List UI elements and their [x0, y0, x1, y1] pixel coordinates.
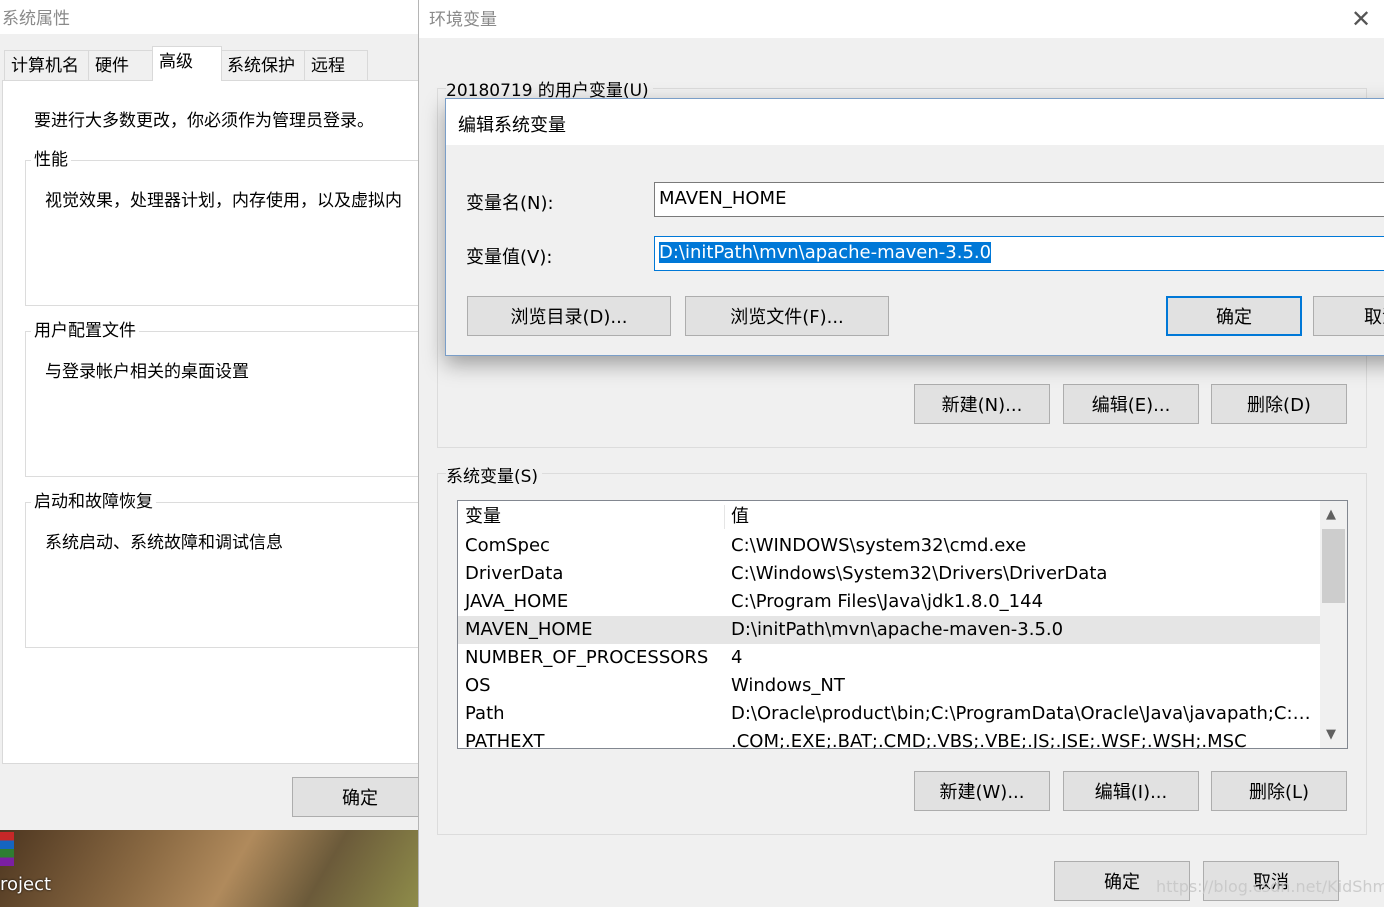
table-row[interactable]: NUMBER_OF_PROCESSORS 4	[458, 644, 1320, 672]
var-value: C:\Program Files\Java\jdk1.8.0_144	[731, 591, 1044, 612]
system-variables-list[interactable]: 变量 值 ComSpec C:\WINDOWS\system32\cmd.exe…	[457, 500, 1348, 749]
performance-group	[25, 160, 420, 306]
environment-variables-titlebar: 环境变量 ✕	[419, 0, 1384, 38]
system-properties-titlebar: 系统属性	[0, 0, 420, 34]
var-value: D:\initPath\mvn\apache-maven-3.5.0	[731, 619, 1064, 640]
var-name: NUMBER_OF_PROCESSORS	[465, 647, 709, 668]
var-name: ComSpec	[465, 535, 550, 556]
scroll-up-icon[interactable]: ▲	[1326, 507, 1336, 522]
column-header-value[interactable]: 值	[731, 503, 1316, 531]
desktop-icon-label[interactable]: roject	[0, 874, 51, 895]
system-var-delete-button[interactable]: 删除(L)	[1211, 771, 1347, 811]
table-row[interactable]: ComSpec C:\WINDOWS\system32\cmd.exe	[458, 532, 1320, 560]
var-value: C:\WINDOWS\system32\cmd.exe	[731, 535, 1027, 556]
column-header-name[interactable]: 变量	[465, 503, 501, 531]
tab-system-protection[interactable]: 系统保护	[220, 50, 306, 80]
var-name: MAVEN_HOME	[465, 619, 593, 640]
startup-recovery-description: 系统启动、系统故障和调试信息	[45, 533, 283, 553]
variable-value-input[interactable]: D:\initPath\mvn\apache-maven-3.5.0	[654, 236, 1384, 271]
system-variables-label: 系统变量(S)	[446, 462, 543, 487]
variable-value-label: 变量值(V):	[466, 247, 553, 268]
performance-description: 视觉效果，处理器计划，内存使用，以及虚拟内	[45, 191, 402, 211]
table-row-selected[interactable]: MAVEN_HOME D:\initPath\mvn\apache-maven-…	[458, 616, 1320, 644]
var-name: JAVA_HOME	[465, 591, 569, 612]
var-name: Path	[465, 703, 505, 724]
dialog-title: 编辑系统变量	[458, 115, 566, 136]
desktop-background	[0, 830, 420, 907]
tab-remote[interactable]: 远程	[304, 50, 368, 80]
system-var-new-button[interactable]: 新建(W)...	[914, 771, 1050, 811]
window-title: 环境变量	[429, 10, 497, 30]
variable-value-text: D:\initPath\mvn\apache-maven-3.5.0	[659, 242, 992, 263]
var-name: OS	[465, 675, 491, 696]
user-profiles-description: 与登录帐户相关的桌面设置	[45, 362, 249, 382]
admin-note: 要进行大多数更改，你必须作为管理员登录。	[34, 111, 374, 131]
var-value: D:\Oracle\product\bin;C:\ProgramData\Ora…	[731, 703, 1316, 724]
user-profiles-group-title: 用户配置文件	[31, 321, 139, 341]
system-var-edit-button[interactable]: 编辑(I)...	[1063, 771, 1199, 811]
browse-file-button[interactable]: 浏览文件(F)...	[685, 296, 889, 336]
system-properties-window: 系统属性 计算机名 硬件 高级 系统保护 远程 要进行大多数更改，你必须作为管理…	[0, 0, 420, 907]
table-row[interactable]: JAVA_HOME C:\Program Files\Java\jdk1.8.0…	[458, 588, 1320, 616]
variable-name-input[interactable]: MAVEN_HOME	[654, 182, 1384, 217]
user-var-edit-button[interactable]: 编辑(E)...	[1063, 384, 1199, 424]
close-icon[interactable]: ✕	[1351, 5, 1371, 33]
table-row[interactable]: DriverData C:\Windows\System32\Drivers\D…	[458, 560, 1320, 588]
user-var-new-button[interactable]: 新建(N)...	[914, 384, 1050, 424]
scroll-down-icon[interactable]: ▼	[1326, 727, 1336, 742]
list-header: 变量 值	[458, 503, 1320, 531]
performance-group-title: 性能	[31, 150, 71, 170]
archive-icon[interactable]	[0, 832, 14, 866]
var-name: PATHEXT	[465, 731, 545, 749]
var-value: 4	[731, 647, 743, 668]
edit-system-variable-dialog: 编辑系统变量 变量名(N): MAVEN_HOME 变量值(V): D:\ini…	[445, 98, 1384, 356]
column-divider[interactable]	[724, 505, 725, 529]
startup-recovery-group-title: 启动和故障恢复	[31, 492, 156, 512]
table-row[interactable]: OS Windows_NT	[458, 672, 1320, 700]
edit-cancel-button[interactable]: 取消	[1313, 296, 1384, 336]
variable-name-label: 变量名(N):	[466, 193, 554, 214]
var-value: Windows_NT	[731, 675, 845, 696]
system-properties-ok-button[interactable]: 确定	[292, 777, 420, 817]
tab-advanced[interactable]: 高级	[152, 46, 222, 81]
user-var-delete-button[interactable]: 删除(D)	[1211, 384, 1347, 424]
var-value: C:\Windows\System32\Drivers\DriverData	[731, 563, 1108, 584]
variable-name-text: MAVEN_HOME	[659, 188, 787, 209]
var-value: .COM;.EXE;.BAT;.CMD;.VBS;.VBE;.JS;.JSE;.…	[731, 731, 1247, 749]
startup-recovery-group	[25, 502, 420, 648]
edit-dialog-titlebar: 编辑系统变量	[446, 99, 1384, 145]
tab-computer-name[interactable]: 计算机名	[4, 50, 89, 80]
table-row[interactable]: PATHEXT .COM;.EXE;.BAT;.CMD;.VBS;.VBE;.J…	[458, 728, 1320, 749]
scrollbar-thumb[interactable]	[1322, 529, 1345, 603]
watermark: https://blog.csdn.net/KidShmily	[1156, 877, 1384, 896]
edit-ok-button[interactable]: 确定	[1166, 296, 1302, 336]
var-name: DriverData	[465, 563, 564, 584]
table-row[interactable]: Path D:\Oracle\product\bin;C:\ProgramDat…	[458, 700, 1320, 728]
browse-directory-button[interactable]: 浏览目录(D)...	[467, 296, 671, 336]
window-title: 系统属性	[2, 9, 70, 29]
tab-hardware[interactable]: 硬件	[88, 50, 154, 80]
user-profiles-group	[25, 331, 420, 477]
vertical-scrollbar[interactable]: ▲ ▼	[1320, 501, 1347, 748]
